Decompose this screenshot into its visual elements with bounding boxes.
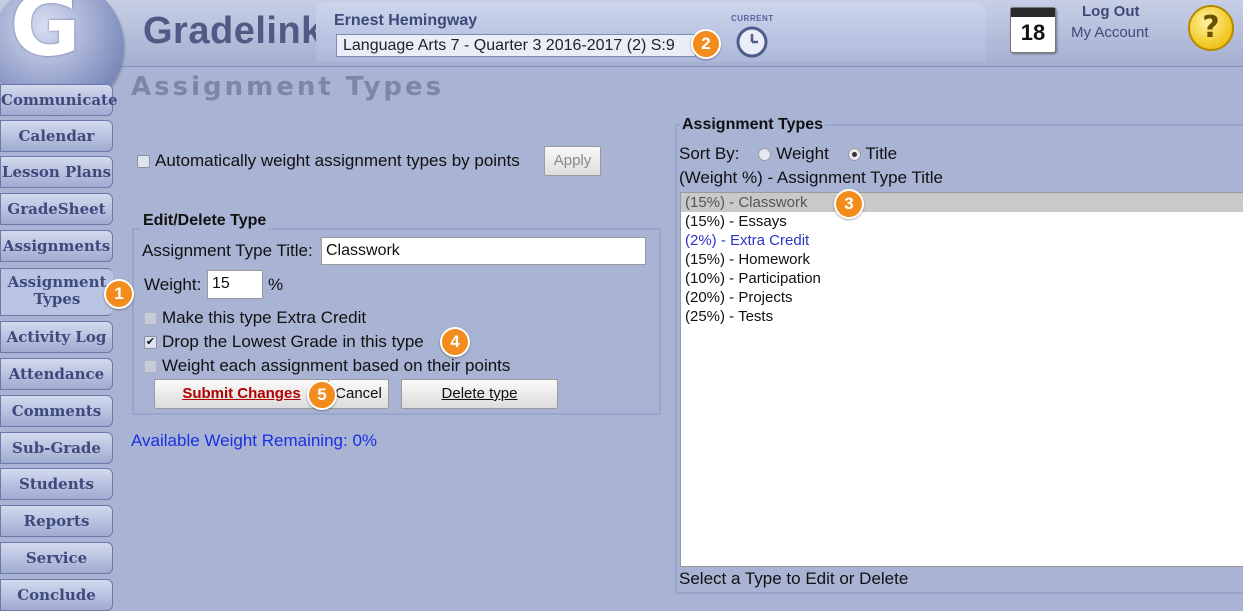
logo-letter: G	[10, 0, 81, 76]
list-item[interactable]: (10%) - Participation	[681, 269, 1243, 288]
sidebar-item-assignments[interactable]: Assignments	[0, 230, 113, 262]
list-legend: (Weight %) - Assignment Type Title	[679, 168, 943, 187]
sort-title-label[interactable]: Title	[866, 144, 898, 163]
sidebar-item-lesson-plans[interactable]: Lesson Plans	[0, 156, 113, 188]
weight-input[interactable]: 15	[207, 270, 263, 299]
annotation-badge-3: 3	[834, 189, 864, 219]
drop-lowest-checkbox[interactable]: ✔	[144, 336, 157, 350]
sidebar-item-service-hours[interactable]: Service Hours	[0, 542, 113, 597]
annotation-badge-1: 1	[104, 279, 134, 309]
edit-section-title: Edit/Delete Type	[141, 212, 269, 230]
sidebar-item-students[interactable]: Students	[0, 468, 113, 500]
teacher-name: Ernest Hemingway	[334, 12, 478, 29]
help-icon[interactable]: ?	[1188, 5, 1234, 51]
types-panel-title: Assignment Types	[680, 116, 826, 134]
list-item[interactable]: (15%) - Homework	[681, 250, 1243, 269]
delete-type-label: Delete type	[441, 385, 518, 402]
available-weight-text: Available Weight Remaining: 0%	[131, 431, 378, 450]
delete-type-button[interactable]: Delete type	[401, 379, 558, 409]
list-item[interactable]: (15%) - Classwork	[681, 193, 1243, 212]
course-selector[interactable]: Language Arts 7 - Quarter 3 2016-2017 (2…	[336, 34, 696, 57]
extra-credit-option[interactable]: Make this type Extra Credit	[144, 308, 366, 328]
weight-by-points-option[interactable]: Weight each assignment based on their po…	[144, 356, 510, 376]
select-hint: Select a Type to Edit or Delete	[679, 569, 909, 588]
page-title: Assignment Types	[131, 72, 445, 102]
my-account-link[interactable]: My Account	[1071, 24, 1149, 41]
sort-weight-radio[interactable]	[758, 148, 772, 162]
drop-lowest-option[interactable]: ✔ Drop the Lowest Grade in this type	[144, 332, 424, 352]
annotation-badge-4: 4	[440, 327, 470, 357]
drop-lowest-label: Drop the Lowest Grade in this type	[162, 332, 424, 351]
weight-unit: %	[268, 275, 284, 294]
calendar-icon[interactable]: 18	[1010, 7, 1056, 53]
calendar-binding	[1011, 8, 1055, 17]
sidebar-item-activity-log[interactable]: Activity Log	[0, 321, 113, 353]
sidebar-item-assignment-types[interactable]: Assignment Types	[0, 268, 113, 316]
extra-credit-label: Make this type Extra Credit	[162, 308, 367, 327]
sidebar-item-attendance[interactable]: Attendance	[0, 358, 113, 390]
weight-by-points-label: Weight each assignment based on their po…	[162, 356, 511, 375]
brand-name: Gradelink	[143, 10, 323, 52]
sidebar-item-gradesheet[interactable]: GradeSheet	[0, 193, 113, 225]
sidebar-item-conclude[interactable]: Conclude	[0, 579, 113, 611]
sidebar-item-reports[interactable]: Reports	[0, 505, 113, 537]
current-label: CURRENT	[731, 14, 774, 23]
annotation-badge-2: 2	[691, 29, 721, 59]
submit-changes-button[interactable]: Submit Changes	[154, 379, 329, 409]
sort-by-row: Sort By: Weight Title	[679, 144, 897, 164]
annotation-badge-5: 5	[307, 380, 337, 410]
sidebar-item-comments[interactable]: Comments	[0, 395, 113, 427]
auto-weight-checkbox[interactable]	[137, 155, 150, 169]
weight-label: Weight:	[144, 275, 202, 294]
sort-by-label: Sort By:	[679, 144, 740, 163]
sort-weight-label[interactable]: Weight	[776, 144, 829, 163]
sidebar-item-communicate[interactable]: Communicate	[0, 84, 118, 116]
list-item[interactable]: (15%) - Essays	[681, 212, 1243, 231]
auto-weight-label: Automatically weight assignment types by…	[155, 151, 520, 170]
cancel-button[interactable]: Cancel	[328, 379, 389, 409]
type-title-label: Assignment Type Title:	[142, 241, 313, 260]
list-item[interactable]: (2%) - Extra Credit	[681, 231, 1243, 250]
list-item[interactable]: (25%) - Tests	[681, 307, 1243, 326]
calendar-day: 18	[1020, 20, 1046, 45]
sort-title-radio[interactable]	[847, 148, 861, 162]
extra-credit-checkbox[interactable]	[144, 312, 157, 326]
auto-weight-option[interactable]: Automatically weight assignment types by…	[137, 151, 520, 171]
apply-button[interactable]: Apply	[544, 146, 601, 176]
sidebar-item-sub-grade[interactable]: Sub-Grade	[0, 432, 113, 464]
list-item[interactable]: (20%) - Projects	[681, 288, 1243, 307]
current-clock-icon[interactable]	[736, 26, 768, 58]
logout-link[interactable]: Log Out	[1082, 3, 1139, 20]
assignment-types-list[interactable]: (15%) - Classwork (15%) - Essays (2%) - …	[680, 192, 1243, 567]
sidebar-item-calendar[interactable]: Calendar	[0, 120, 113, 152]
weight-by-points-checkbox[interactable]	[144, 360, 157, 374]
type-title-input[interactable]: Classwork	[321, 237, 646, 265]
